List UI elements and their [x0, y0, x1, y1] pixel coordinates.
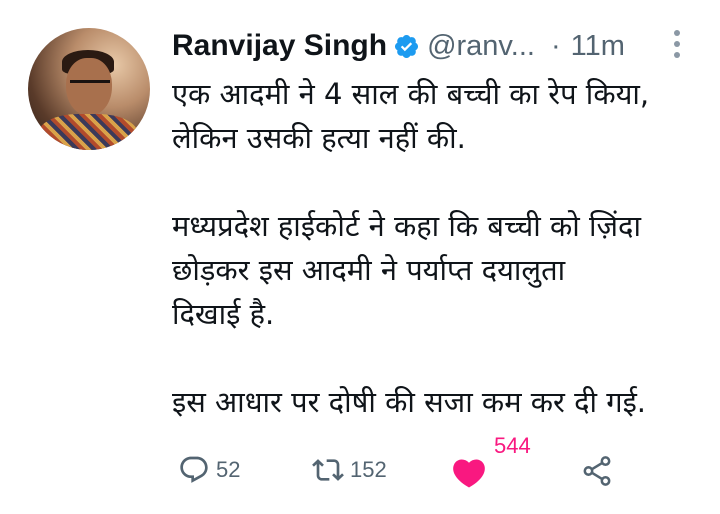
tweet-header: Ranvijay Singh @ranv... · 11m	[172, 26, 625, 66]
heart-filled-icon	[450, 454, 488, 492]
tweet-text: एक आदमी ने 4 साल की बच्ची का रेप किया, ल…	[172, 72, 712, 424]
retweet-button[interactable]: 152	[312, 454, 387, 486]
reply-icon	[178, 454, 210, 486]
tweet-line: छोड़कर इस आदमी ने पर्याप्त दयालुता	[172, 253, 566, 287]
retweet-count: 152	[350, 457, 387, 482]
avatar-glasses	[70, 80, 110, 91]
tweet-timestamp[interactable]: 11m	[571, 30, 625, 63]
avatar-shirt	[38, 114, 138, 150]
tweet-line: दिखाई है.	[172, 297, 275, 331]
tweet-line: मध्यप्रदेश हाईकोर्ट ने कहा कि बच्ची को ज…	[172, 209, 641, 243]
reply-count: 52	[216, 457, 241, 482]
tweet-paragraph: मध्यप्रदेश हाईकोर्ट ने कहा कि बच्ची को ज…	[172, 204, 712, 336]
tweet-line: इस आधार पर दोषी की सजा कम कर दी गई.	[172, 385, 647, 419]
like-count: 544	[494, 433, 531, 458]
tweet-line: एक आदमी ने 4 साल की बच्ची का रेप किया,	[172, 77, 650, 111]
more-vertical-icon[interactable]	[670, 30, 684, 64]
separator-dot: ·	[550, 29, 561, 62]
verified-badge-icon	[393, 33, 420, 60]
share-icon	[580, 454, 614, 488]
tweet[interactable]: Ranvijay Singh @ranv... · 11m एक आदमी ने…	[0, 0, 720, 514]
reply-button[interactable]: 52	[178, 454, 240, 486]
share-button[interactable]	[580, 454, 614, 488]
tweet-actions: 52 152 544	[172, 433, 692, 500]
avatar[interactable]	[28, 28, 150, 150]
like-button[interactable]	[450, 454, 488, 492]
retweet-icon	[312, 454, 344, 486]
author-handle[interactable]: @ranv...	[427, 30, 535, 63]
tweet-paragraph: एक आदमी ने 4 साल की बच्ची का रेप किया, ल…	[172, 72, 712, 160]
tweet-line: लेकिन उसकी हत्या नहीं की.	[172, 121, 466, 155]
tweet-paragraph: इस आधार पर दोषी की सजा कम कर दी गई.	[172, 380, 712, 424]
author-name[interactable]: Ranvijay Singh	[172, 29, 387, 63]
